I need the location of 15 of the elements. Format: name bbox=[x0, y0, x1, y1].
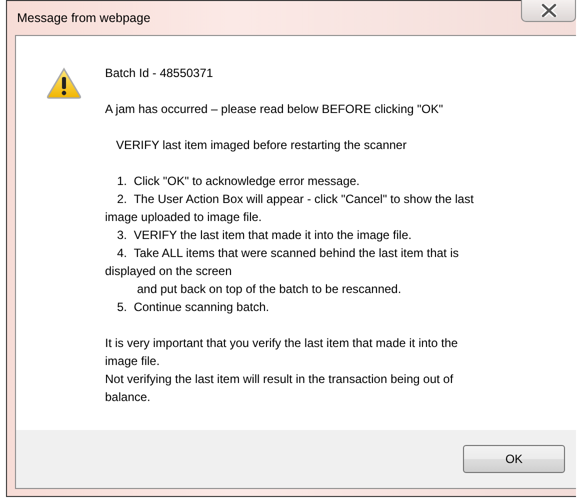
step-continuation-text: and put back on top of the batch to be rescanned. bbox=[137, 281, 402, 298]
step-text: 3. VERIFY the last item that made it into the image file. bbox=[116, 227, 413, 244]
close-button[interactable] bbox=[521, 0, 576, 22]
jam-warning-text: A jam has occurred – please read below BEFORE clicking "OK" bbox=[105, 101, 444, 118]
step-text: 2. The User Action Box will appear - click "Cancel" to show the last image uploaded to image file. bbox=[105, 191, 474, 226]
close-icon bbox=[540, 4, 556, 17]
note-text: Not verifying the last item will result in the transaction being out of balance. bbox=[105, 371, 454, 406]
ok-button[interactable]: OK bbox=[463, 445, 565, 473]
step-text: 5. Continue scanning batch. bbox=[116, 299, 270, 316]
warning-icon bbox=[46, 67, 82, 99]
note-text: It is very important that you verify the last item that made it into the image file. bbox=[105, 335, 459, 370]
batch-id-text: Batch Id - 48550371 bbox=[105, 65, 214, 82]
window-title: Message from webpage bbox=[17, 11, 150, 25]
step-text: 1. Click "OK" to acknowledge error message. bbox=[116, 173, 361, 190]
verify-instruction-text: VERIFY last item imaged before restarting the scanner bbox=[116, 137, 408, 154]
